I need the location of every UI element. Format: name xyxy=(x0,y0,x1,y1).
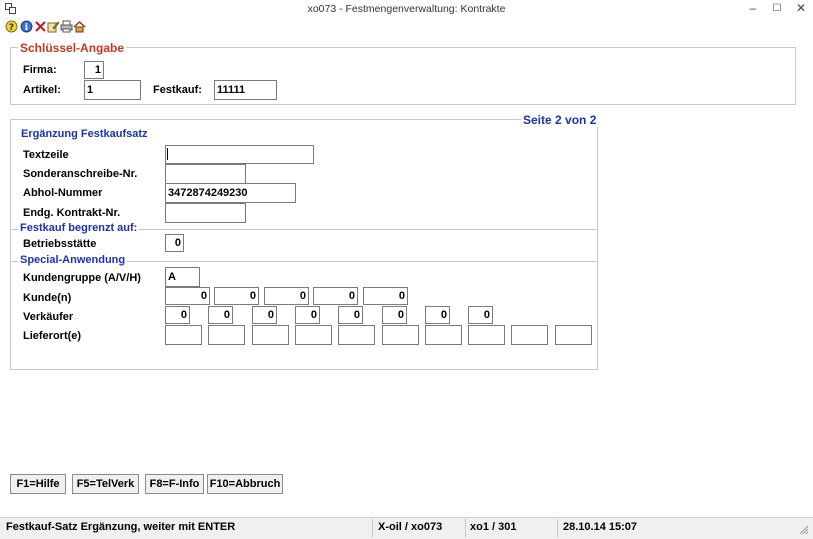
verkaeufer-input[interactable] xyxy=(252,306,277,324)
minimize-button[interactable]: – xyxy=(742,0,764,18)
lieferort-label: Lieferort(e) xyxy=(23,330,82,342)
restriction-title: Festkauf begrenzt auf: xyxy=(18,222,140,234)
kunde-input[interactable] xyxy=(214,287,259,305)
close-button[interactable]: ✕ xyxy=(790,0,812,18)
text-cursor xyxy=(167,148,168,160)
edit-icon[interactable] xyxy=(47,20,60,33)
print-icon[interactable] xyxy=(60,20,73,33)
delete-icon[interactable] xyxy=(34,20,47,33)
festkauf-label: Festkauf: xyxy=(153,84,202,96)
verkaeufer-input[interactable] xyxy=(425,306,450,324)
verkaeufer-input[interactable] xyxy=(468,306,493,324)
f5-telverk-button[interactable]: F5=TelVerk xyxy=(72,474,139,494)
lieferort-input[interactable] xyxy=(468,325,505,345)
svg-text:i: i xyxy=(25,23,29,33)
help-icon[interactable]: ? xyxy=(5,20,18,33)
lieferort-input[interactable] xyxy=(252,325,289,345)
status-system: X-oil / xo073 xyxy=(378,521,443,533)
maximize-button[interactable]: ☐ xyxy=(766,0,788,18)
kunde-input[interactable] xyxy=(363,287,408,305)
artikel-input[interactable] xyxy=(84,80,141,100)
verkaeufer-input[interactable] xyxy=(165,306,190,324)
kundengruppe-label: Kundengruppe (A/V/H) xyxy=(23,272,141,284)
lieferort-input[interactable] xyxy=(295,325,332,345)
firma-input[interactable] xyxy=(84,61,104,79)
kunden-label: Kunde(n) xyxy=(23,292,72,304)
textzeile-input[interactable] xyxy=(165,145,314,164)
status-separator xyxy=(372,519,373,537)
verkaeufer-input[interactable] xyxy=(295,306,320,324)
verkaeufer-input[interactable] xyxy=(338,306,363,324)
detail-section-title: Ergänzung Festkaufsatz xyxy=(21,128,148,140)
resize-grip-icon[interactable] xyxy=(799,525,809,535)
kunde-input[interactable] xyxy=(313,287,358,305)
verkaeufer-label: Verkäufer xyxy=(23,311,74,323)
status-user: xo1 / 301 xyxy=(470,521,517,533)
kunde-input[interactable] xyxy=(165,287,210,305)
lieferort-input[interactable] xyxy=(208,325,245,345)
kunde-input[interactable] xyxy=(264,287,309,305)
status-datetime: 28.10.14 15:07 xyxy=(563,521,638,533)
lieferort-input[interactable] xyxy=(511,325,548,345)
home-icon[interactable] xyxy=(73,20,86,33)
verkaeufer-input[interactable] xyxy=(382,306,407,324)
lieferort-input[interactable] xyxy=(425,325,462,345)
info-icon[interactable]: i xyxy=(20,20,33,33)
status-separator xyxy=(557,519,558,537)
key-section-title: Schlüssel-Angabe xyxy=(18,41,127,55)
lieferort-input[interactable] xyxy=(555,325,592,345)
f10-cancel-button[interactable]: F10=Abbruch xyxy=(207,474,283,494)
artikel-label: Artikel: xyxy=(23,84,61,96)
status-separator xyxy=(465,519,466,537)
abhol-nummer-label: Abhol-Nummer xyxy=(23,187,103,199)
kundengruppe-input[interactable] xyxy=(165,267,200,287)
betriebsstaette-label: Betriebsstätte xyxy=(23,238,97,250)
firma-label: Firma: xyxy=(23,64,57,76)
page-indicator: Seite 2 von 2 xyxy=(521,113,599,127)
lieferort-input[interactable] xyxy=(165,325,202,345)
window-title: xo073 - Festmengenverwaltung: Kontrakte xyxy=(307,3,506,15)
textzeile-label: Textzeile xyxy=(23,149,69,161)
lieferort-input[interactable] xyxy=(338,325,375,345)
f1-help-button[interactable]: F1=Hilfe xyxy=(10,474,66,494)
sonderanschreibe-input[interactable] xyxy=(165,164,246,184)
endg-kontrakt-label: Endg. Kontrakt-Nr. xyxy=(23,207,121,219)
special-title: Special-Anwendung xyxy=(18,254,128,266)
betriebsstaette-input[interactable] xyxy=(165,234,184,252)
svg-text:?: ? xyxy=(9,23,14,33)
lieferort-input[interactable] xyxy=(382,325,419,345)
festkauf-input[interactable] xyxy=(214,80,277,100)
abhol-nummer-input[interactable] xyxy=(165,183,296,203)
verkaeufer-input[interactable] xyxy=(208,306,233,324)
sonderanschreibe-label: Sonderanschreibe-Nr. xyxy=(23,168,138,180)
f8-finfo-button[interactable]: F8=F-Info xyxy=(145,474,204,494)
status-message: Festkauf-Satz Ergänzung, weiter mit ENTE… xyxy=(6,521,236,533)
endg-kontrakt-input[interactable] xyxy=(165,203,246,223)
